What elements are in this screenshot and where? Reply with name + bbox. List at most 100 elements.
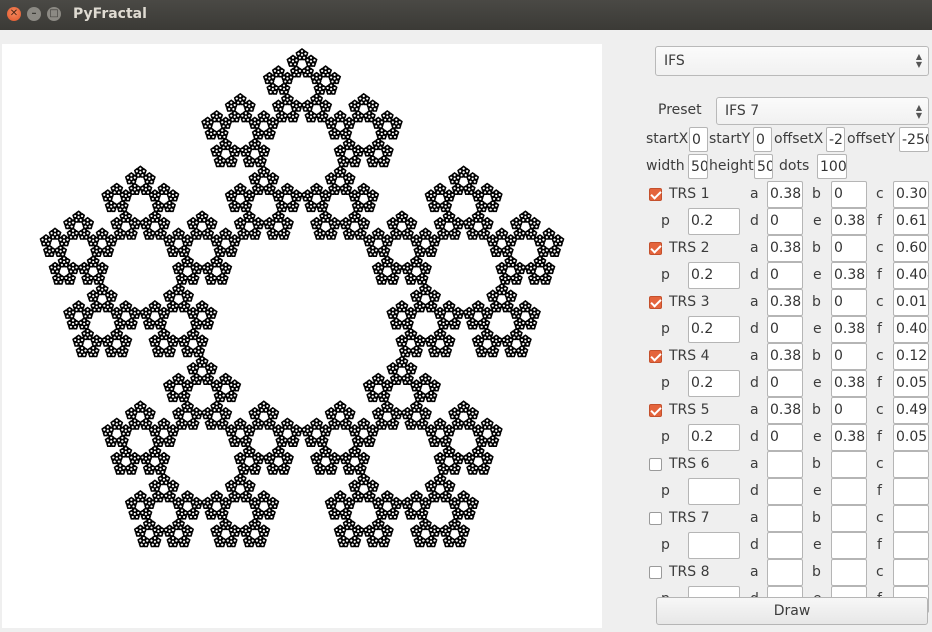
- coef-b-field[interactable]: 0: [831, 235, 867, 262]
- prob-p-field[interactable]: 0.2: [688, 262, 740, 289]
- coef-e-label: e: [813, 321, 822, 337]
- coef-c-field[interactable]: 0.125: [893, 343, 929, 370]
- coef-d-field[interactable]: 0: [767, 370, 803, 397]
- coef-f-label: f: [877, 213, 882, 229]
- coef-f-label: f: [877, 537, 882, 553]
- coef-b-label: b: [812, 186, 821, 202]
- coef-e-field[interactable]: [831, 478, 867, 505]
- coef-d-field[interactable]: 0: [767, 424, 803, 451]
- coef-b-field[interactable]: [831, 505, 867, 532]
- coef-f-field[interactable]: [893, 478, 929, 505]
- coef-a-field[interactable]: 0.382: [767, 289, 803, 316]
- coef-d-field[interactable]: [767, 478, 803, 505]
- coef-c-field[interactable]: 0.307: [893, 181, 929, 208]
- coef-b-field[interactable]: 0: [831, 397, 867, 424]
- coef-a-field[interactable]: [767, 505, 803, 532]
- coef-d-label: d: [750, 213, 759, 229]
- coef-f-field[interactable]: 0.619: [893, 208, 929, 235]
- coef-e-field[interactable]: 0.382: [831, 316, 867, 343]
- minimize-window-button[interactable]: –: [27, 7, 41, 21]
- coef-f-label: f: [877, 321, 882, 337]
- fractal-type-value: IFS: [664, 53, 685, 69]
- coef-b-label: b: [812, 240, 821, 256]
- prob-p-field[interactable]: 0.2: [688, 424, 740, 451]
- trs-enable-checkbox[interactable]: [649, 458, 662, 471]
- coef-a-field[interactable]: [767, 559, 803, 586]
- coef-d-field[interactable]: 0: [767, 262, 803, 289]
- coef-f-label: f: [877, 375, 882, 391]
- coef-f-field[interactable]: 0.404: [893, 316, 929, 343]
- offsety-field[interactable]: -250: [899, 127, 929, 152]
- startx-label: startX: [646, 131, 689, 147]
- coef-e-field[interactable]: 0.382: [831, 262, 867, 289]
- offsetx-field[interactable]: -2: [826, 127, 845, 152]
- coef-f-label: f: [877, 267, 882, 283]
- preset-select[interactable]: IFS 7 ▲ ▼: [716, 97, 929, 125]
- trs-enable-checkbox[interactable]: [649, 188, 662, 201]
- trs-enable-checkbox[interactable]: [649, 404, 662, 417]
- trs-enable-checkbox[interactable]: [649, 566, 662, 579]
- fractal-type-select[interactable]: IFS ▲ ▼: [655, 46, 929, 76]
- coef-f-field[interactable]: 0.059: [893, 370, 929, 397]
- coef-c-label: c: [876, 348, 884, 364]
- coef-c-field[interactable]: 0.603: [893, 235, 929, 262]
- trs-label: TRS 2: [669, 240, 710, 256]
- prob-p-field[interactable]: 0.2: [688, 208, 740, 235]
- draw-button[interactable]: Draw: [656, 597, 928, 625]
- coef-e-field[interactable]: [831, 532, 867, 559]
- coef-a-label: a: [750, 402, 759, 418]
- coef-c-field[interactable]: [893, 559, 929, 586]
- coef-b-field[interactable]: 0: [831, 289, 867, 316]
- coef-a-field[interactable]: 0.382: [767, 397, 803, 424]
- trs-enable-checkbox[interactable]: [649, 296, 662, 309]
- coef-a-field[interactable]: 0.382: [767, 343, 803, 370]
- prob-p-label: p: [661, 375, 670, 391]
- coef-e-field[interactable]: 0.382: [831, 208, 867, 235]
- title-bar: ✕ – □ PyFractal: [0, 0, 932, 30]
- startx-field[interactable]: 0: [689, 127, 708, 152]
- close-window-button[interactable]: ✕: [7, 7, 21, 21]
- coef-e-field[interactable]: 0.382: [831, 370, 867, 397]
- coef-b-field[interactable]: 0: [831, 181, 867, 208]
- coef-b-field[interactable]: 0: [831, 343, 867, 370]
- coef-e-field[interactable]: 0.382: [831, 424, 867, 451]
- prob-p-field[interactable]: 0.2: [688, 370, 740, 397]
- width-field[interactable]: 50: [688, 154, 708, 179]
- coef-d-field[interactable]: [767, 532, 803, 559]
- coef-a-label: a: [750, 186, 759, 202]
- coef-f-field[interactable]: [893, 532, 929, 559]
- coef-a-field[interactable]: 0.382: [767, 181, 803, 208]
- height-field[interactable]: 50: [754, 154, 773, 179]
- coef-f-field[interactable]: 0.404: [893, 262, 929, 289]
- coef-c-field[interactable]: 0.492: [893, 397, 929, 424]
- fractal-canvas[interactable]: [2, 44, 602, 628]
- dots-field[interactable]: 100: [817, 154, 847, 179]
- coef-c-field[interactable]: 0.013: [893, 289, 929, 316]
- trs-enable-checkbox[interactable]: [649, 512, 662, 525]
- coef-b-label: b: [812, 564, 821, 580]
- coef-a-field[interactable]: [767, 451, 803, 478]
- coef-a-field[interactable]: 0.382: [767, 235, 803, 262]
- coef-c-field[interactable]: [893, 505, 929, 532]
- coef-d-label: d: [750, 321, 759, 337]
- coef-d-field[interactable]: 0: [767, 316, 803, 343]
- coef-e-label: e: [813, 429, 822, 445]
- coef-b-label: b: [812, 456, 821, 472]
- prob-p-field[interactable]: [688, 532, 740, 559]
- coef-d-field[interactable]: 0: [767, 208, 803, 235]
- prob-p-field[interactable]: 0.2: [688, 316, 740, 343]
- coef-b-field[interactable]: [831, 451, 867, 478]
- coef-d-label: d: [750, 375, 759, 391]
- maximize-window-button[interactable]: □: [47, 7, 61, 21]
- coef-b-field[interactable]: [831, 559, 867, 586]
- prob-p-field[interactable]: [688, 478, 740, 505]
- coef-f-field[interactable]: 0.059: [893, 424, 929, 451]
- coef-c-field[interactable]: [893, 451, 929, 478]
- coef-e-label: e: [813, 213, 822, 229]
- width-label: width: [646, 158, 685, 174]
- coef-e-label: e: [813, 483, 822, 499]
- coef-b-label: b: [812, 294, 821, 310]
- trs-enable-checkbox[interactable]: [649, 350, 662, 363]
- trs-enable-checkbox[interactable]: [649, 242, 662, 255]
- starty-field[interactable]: 0: [753, 127, 772, 152]
